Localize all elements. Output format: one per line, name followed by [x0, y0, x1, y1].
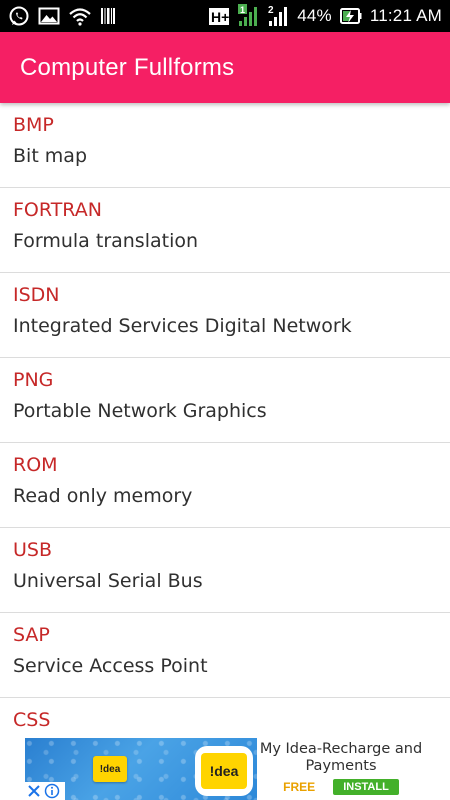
idea-logo-card: !dea — [195, 746, 253, 796]
list-item-fullform: Service Access Point — [13, 655, 208, 677]
info-icon[interactable] — [43, 782, 61, 800]
list-item-abbreviation: BMP — [13, 114, 54, 136]
list-item-fullform: Read only memory — [13, 485, 193, 507]
list-item[interactable]: ROM Read only memory — [0, 443, 450, 528]
status-bar-system: H+ 1 2 44% 11:21 AM — [209, 0, 442, 32]
ad-info[interactable]: My Idea-Recharge and Payments FREE INSTA… — [257, 738, 425, 800]
ad-actions: FREE INSTALL — [283, 779, 399, 795]
list-item-fullform: Portable Network Graphics — [13, 400, 267, 422]
whatsapp-icon — [8, 4, 30, 28]
list-item-fullform: Integrated Services Digital Network — [13, 315, 352, 337]
list-item-abbreviation: ISDN — [13, 284, 60, 306]
barcode-icon — [100, 4, 116, 28]
battery-charging-icon — [339, 4, 362, 28]
ad-banner[interactable]: !dea !dea My Idea-Recharge and Payments … — [25, 738, 425, 800]
fullforms-list[interactable]: BMP Bit map FORTRAN Formula translation … — [0, 103, 450, 738]
status-bar: H+ 1 2 44% 11:21 AM — [0, 0, 450, 32]
list-item-fullform: Bit map — [13, 145, 88, 167]
idea-logo-small: !dea — [93, 756, 127, 782]
ad-controls — [25, 782, 65, 800]
list-item[interactable]: BMP Bit map — [0, 103, 450, 188]
list-item-abbreviation: ROM — [13, 454, 58, 476]
wifi-icon — [68, 4, 92, 28]
list-item[interactable]: PNG Portable Network Graphics — [0, 358, 450, 443]
install-button[interactable]: INSTALL — [333, 779, 399, 795]
list-item[interactable]: FORTRAN Formula translation — [0, 188, 450, 273]
list-item-abbreviation: FORTRAN — [13, 199, 102, 221]
close-icon[interactable] — [25, 782, 43, 800]
svg-text:1: 1 — [240, 5, 245, 15]
list-item-abbreviation: USB — [13, 539, 53, 561]
svg-text:H+: H+ — [211, 9, 229, 25]
network-type-icon: H+ — [209, 4, 230, 28]
status-bar-notifications — [8, 0, 116, 32]
clock: 11:21 AM — [369, 6, 442, 25]
app-title: Computer Fullforms — [20, 53, 235, 81]
list-item-abbreviation: SAP — [13, 624, 50, 646]
list-item-abbreviation: CSS — [13, 709, 51, 731]
list-item[interactable]: USB Universal Serial Bus — [0, 528, 450, 613]
signal-sim1-icon: 1 — [237, 4, 259, 28]
idea-logo-icon: !dea — [201, 753, 247, 789]
ad-price: FREE — [283, 780, 316, 794]
list-item-abbreviation: PNG — [13, 369, 54, 391]
signal-sim2-icon: 2 — [267, 4, 289, 28]
battery-percent: 44% — [297, 6, 332, 25]
list-item[interactable]: SAP Service Access Point — [0, 613, 450, 698]
app-bar: Computer Fullforms — [0, 32, 450, 103]
list-item-fullform: Formula translation — [13, 230, 199, 252]
svg-text:2: 2 — [268, 5, 274, 16]
ad-title: My Idea-Recharge and Payments — [259, 741, 423, 774]
list-item-fullform: Universal Serial Bus — [13, 570, 203, 592]
list-item[interactable]: CSS — [0, 698, 450, 738]
list-item[interactable]: ISDN Integrated Services Digital Network — [0, 273, 450, 358]
image-icon — [38, 4, 60, 28]
